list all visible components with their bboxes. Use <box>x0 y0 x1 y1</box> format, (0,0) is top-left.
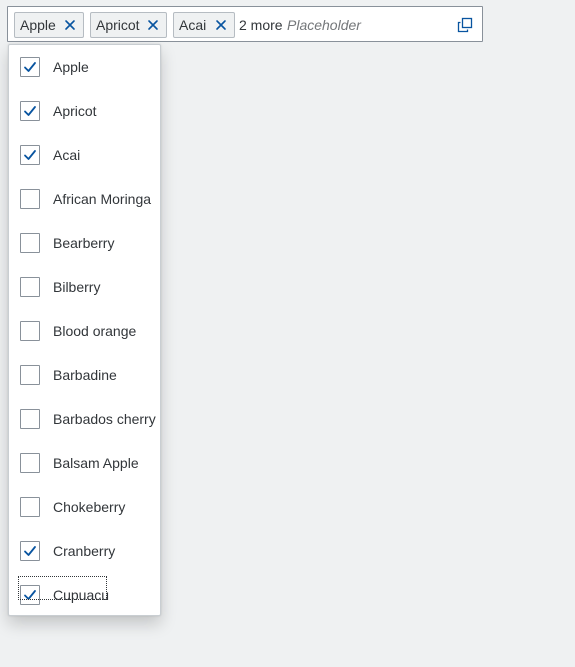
token-label: Apricot <box>96 17 140 33</box>
list-item[interactable]: Apple <box>9 45 160 89</box>
checkmark-icon <box>24 106 36 116</box>
more-tokens-link[interactable]: 2 more <box>239 17 283 33</box>
list-item-label: Blood orange <box>53 323 137 339</box>
list-item-label: Balsam Apple <box>53 455 139 471</box>
close-icon[interactable] <box>213 17 229 33</box>
checkmark-icon <box>24 150 36 160</box>
list-item-label: Cranberry <box>53 543 116 559</box>
list-item[interactable]: Cupuacu <box>9 573 160 617</box>
checkbox-checked[interactable] <box>20 541 40 561</box>
suggestions-popover: Apple Apricot Acai African Moringa Bearberry… <box>8 44 161 616</box>
list-item-label: Barbadine <box>53 367 117 383</box>
list-item[interactable]: Chokeberry <box>9 485 160 529</box>
checkbox-unchecked[interactable] <box>20 277 40 297</box>
list-item[interactable]: Acai <box>9 133 160 177</box>
combo-input-placeholder[interactable]: Placeholder <box>287 17 361 33</box>
list-item-label: Apple <box>53 59 89 75</box>
list-item-label: Bilberry <box>53 279 101 295</box>
checkbox-checked[interactable] <box>20 101 40 121</box>
list-item[interactable]: Bilberry <box>9 265 160 309</box>
checkbox-unchecked[interactable] <box>20 233 40 253</box>
list-item-label: Acai <box>53 147 81 163</box>
list-item-label: Apricot <box>53 103 97 119</box>
list-item[interactable]: Barbados cherry <box>9 397 160 441</box>
list-item[interactable]: Blood orange <box>9 309 160 353</box>
list-item[interactable]: Cranberry <box>9 529 160 573</box>
checkbox-unchecked[interactable] <box>20 409 40 429</box>
token-label: Acai <box>179 17 207 33</box>
list-item[interactable]: Barbadine <box>9 353 160 397</box>
value-help-icon[interactable] <box>455 15 475 35</box>
checkbox-checked[interactable] <box>20 585 40 605</box>
checkbox-checked[interactable] <box>20 57 40 77</box>
close-icon[interactable] <box>62 17 78 33</box>
checkbox-unchecked[interactable] <box>20 321 40 341</box>
token-apricot[interactable]: Apricot <box>90 12 167 38</box>
checkbox-unchecked[interactable] <box>20 189 40 209</box>
checkmark-icon <box>24 590 36 600</box>
checkbox-unchecked[interactable] <box>20 453 40 473</box>
checkbox-checked[interactable] <box>20 145 40 165</box>
checkmark-icon <box>24 62 36 72</box>
token-acai[interactable]: Acai <box>173 12 235 38</box>
list-item-label: Chokeberry <box>53 499 126 515</box>
list-item[interactable]: Bearberry <box>9 221 160 265</box>
token-apple[interactable]: Apple <box>14 12 84 38</box>
checkbox-unchecked[interactable] <box>20 365 40 385</box>
checkbox-unchecked[interactable] <box>20 497 40 517</box>
close-icon[interactable] <box>145 17 161 33</box>
token-label: Apple <box>20 17 56 33</box>
list-item[interactable]: Balsam Apple <box>9 441 160 485</box>
list-item-label: Barbados cherry <box>53 411 156 427</box>
multi-combo-box[interactable]: Apple Apricot Acai 2 more Placeholder <box>7 6 483 42</box>
checkmark-icon <box>24 546 36 556</box>
list-item-label: African Moringa <box>53 191 152 207</box>
list-item[interactable]: Apricot <box>9 89 160 133</box>
list-item-label: Cupuacu <box>53 587 110 603</box>
list-item[interactable]: African Moringa <box>9 177 160 221</box>
list-item-label: Bearberry <box>53 235 115 251</box>
